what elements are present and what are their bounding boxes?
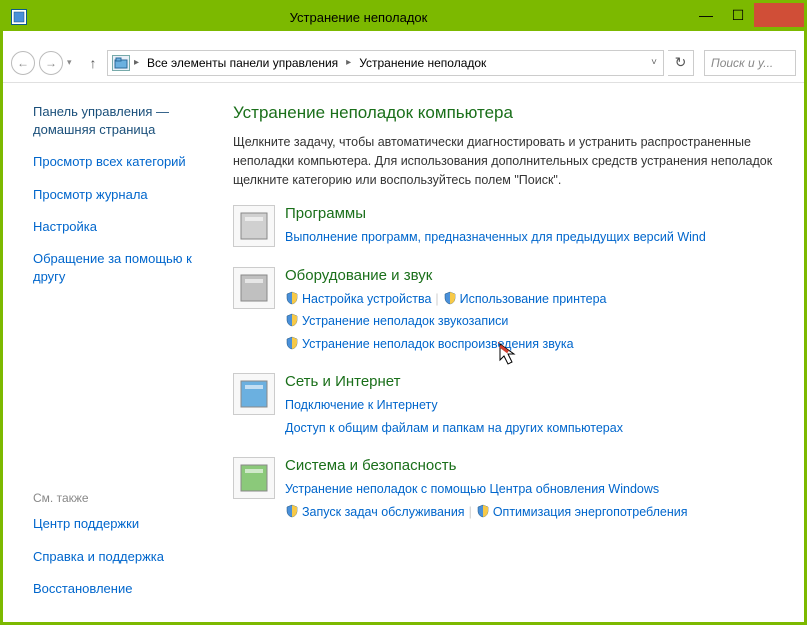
main-panel: Устранение неполадок компьютера Щелкните… xyxy=(233,83,804,622)
sidebar-link[interactable]: Настройка xyxy=(33,218,223,236)
sidebar-link[interactable]: Просмотр всех категорий xyxy=(33,153,223,171)
task-link[interactable]: Подключение к Интернету xyxy=(285,398,438,412)
task-link[interactable]: Устранение неполадок с помощью Центра об… xyxy=(285,482,659,496)
task-link[interactable]: Оптимизация энергопотребления xyxy=(493,505,688,519)
app-icon xyxy=(11,9,27,25)
task-link[interactable]: Доступ к общим файлам и папкам на других… xyxy=(285,421,623,435)
sidebar-link[interactable]: Просмотр журнала xyxy=(33,186,223,204)
refresh-button[interactable]: ↻ xyxy=(668,50,694,76)
category-title[interactable]: Система и безопасность xyxy=(285,457,804,474)
task-link[interactable]: Использование принтера xyxy=(460,292,607,306)
window-frame: Устранение неполадок — ☐ ✕ ← → ▾ ↑ ▸ Все… xyxy=(0,0,807,625)
chevron-right-icon: ▸ xyxy=(344,57,353,68)
category-links: Выполнение программ, предназначенных для… xyxy=(285,226,804,249)
address-bar[interactable]: ▸ Все элементы панели управления ▸ Устра… xyxy=(107,50,664,76)
search-input[interactable]: Поиск и у... xyxy=(704,50,796,76)
sidebar-home-link[interactable]: Панель управления — домашняя страница xyxy=(33,103,223,139)
category-title[interactable]: Программы xyxy=(285,205,804,222)
sidebar-footer-link[interactable]: Восстановление xyxy=(33,580,223,598)
content-area: Панель управления — домашняя страница Пр… xyxy=(3,83,804,622)
breadcrumb-seg-2[interactable]: Устранение неполадок xyxy=(355,56,490,70)
window-title: Устранение неполадок xyxy=(27,10,690,25)
maximize-button[interactable]: ☐ xyxy=(722,3,754,27)
category-title[interactable]: Оборудование и звук xyxy=(285,267,804,284)
sidebar-footer-link[interactable]: Центр поддержки xyxy=(33,515,223,533)
chevron-right-icon: ▸ xyxy=(132,57,141,68)
task-link[interactable]: Выполнение программ, предназначенных для… xyxy=(285,230,706,244)
category-links: Подключение к Интернету Доступ к общим фа… xyxy=(285,394,804,439)
page-description: Щелкните задачу, чтобы автоматически диа… xyxy=(233,133,804,189)
category-links: Устранение неполадок с помощью Центра об… xyxy=(285,478,804,523)
category-links: Настройка устройства|Использование принт… xyxy=(285,288,804,356)
minimize-button[interactable]: — xyxy=(690,3,722,27)
category-section: Система и безопасность Устранение неполад… xyxy=(233,457,804,523)
category-icon xyxy=(233,267,275,309)
breadcrumb-seg-1[interactable]: Все элементы панели управления xyxy=(143,56,342,70)
task-link[interactable]: Устранение неполадок звукозаписи xyxy=(302,314,508,328)
category-title[interactable]: Сеть и Интернет xyxy=(285,373,804,390)
task-link[interactable]: Настройка устройства xyxy=(302,292,431,306)
page-title: Устранение неполадок компьютера xyxy=(233,103,804,123)
back-button[interactable]: ← xyxy=(11,51,35,75)
window-buttons: — ☐ ✕ xyxy=(690,3,804,27)
location-icon xyxy=(112,55,130,71)
navbar: ← → ▾ ↑ ▸ Все элементы панели управления… xyxy=(3,43,804,83)
history-dropdown[interactable]: ▾ xyxy=(67,57,79,68)
category-section: Оборудование и звук Настройка устройства|… xyxy=(233,267,804,356)
up-button[interactable]: ↑ xyxy=(83,55,103,71)
close-button[interactable]: ✕ xyxy=(754,3,804,27)
category-icon xyxy=(233,373,275,415)
task-link[interactable]: Запуск задач обслуживания xyxy=(302,505,465,519)
titlebar[interactable]: Устранение неполадок — ☐ ✕ xyxy=(3,3,804,31)
task-link[interactable]: Устранение неполадок воспроизведения зву… xyxy=(302,337,574,351)
category-icon xyxy=(233,205,275,247)
sidebar-footer-link[interactable]: Справка и поддержка xyxy=(33,548,223,566)
address-dropdown[interactable]: ˅ xyxy=(645,57,663,68)
forward-button[interactable]: → xyxy=(39,51,63,75)
category-icon xyxy=(233,457,275,499)
category-section: Сеть и Интернет Подключение к Интернету До… xyxy=(233,373,804,439)
sidebar: Панель управления — домашняя страница Пр… xyxy=(3,83,233,622)
sidebar-link[interactable]: Обращение за помощью к другу xyxy=(33,250,223,286)
see-also-heading: См. также xyxy=(33,491,223,505)
category-section: Программы Выполнение программ, предназнач… xyxy=(233,205,804,249)
